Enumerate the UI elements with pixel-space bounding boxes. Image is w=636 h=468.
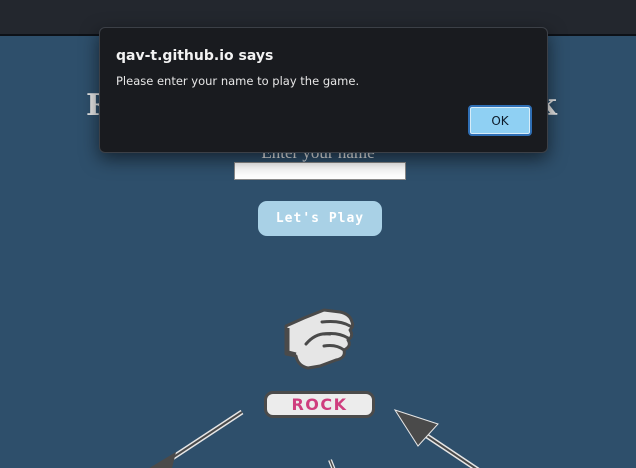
dialog-title: qav-t.github.io says [116, 48, 274, 64]
ok-button[interactable]: OK [468, 105, 532, 136]
rock-fist-icon[interactable] [280, 304, 360, 374]
arrow-icon-left [149, 409, 244, 468]
arrow-icon-bottom [328, 459, 336, 468]
dialog-message: Please enter your name to play the game. [116, 74, 360, 88]
lets-play-button[interactable]: Let's Play [258, 201, 382, 236]
alert-dialog: qav-t.github.io says Please enter your n… [99, 27, 548, 153]
name-input[interactable] [234, 162, 406, 180]
arrow-icon-right [393, 409, 480, 468]
rock-choice-button[interactable]: ROCK [264, 391, 375, 418]
